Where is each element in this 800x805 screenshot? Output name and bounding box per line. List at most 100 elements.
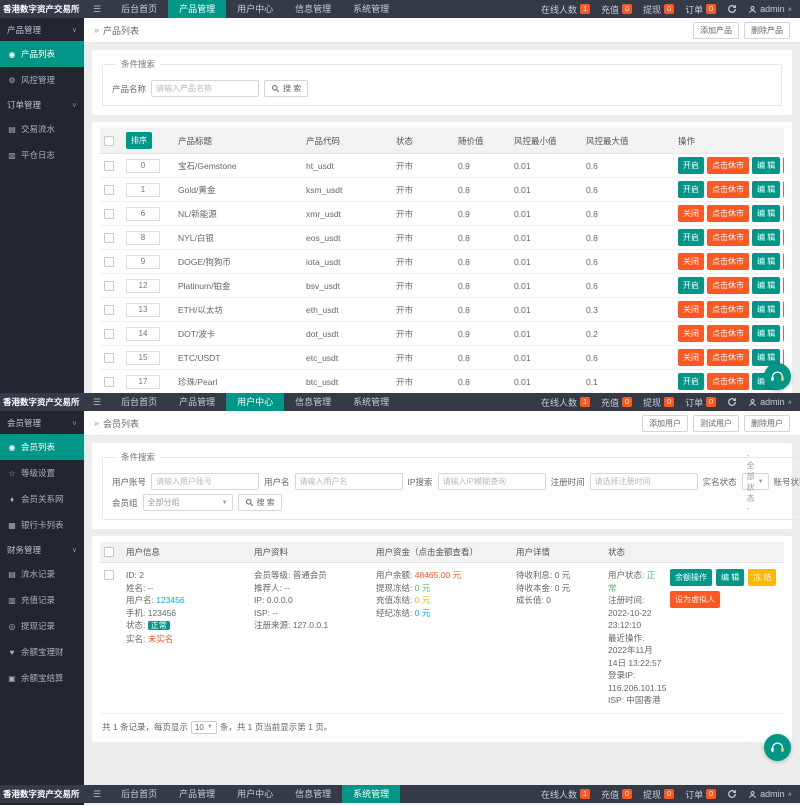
nav-item-后台首页[interactable]: 后台首页	[110, 0, 168, 18]
row-checkbox[interactable]	[104, 281, 114, 291]
edit-button[interactable]: 编 辑	[752, 205, 780, 222]
delete-user-button[interactable]: 删除用户	[744, 415, 790, 432]
sort-input[interactable]	[126, 255, 160, 269]
open-button[interactable]: 开启	[678, 373, 704, 390]
stat-在线人数[interactable]: 在线人数1	[541, 3, 590, 16]
sidebar-group-产品管理[interactable]: 产品管理∨	[0, 18, 84, 41]
sidebar-item-余额宝理财[interactable]: ♥余额宝理财	[0, 639, 84, 665]
open-button[interactable]: 开启	[678, 229, 704, 246]
sidebar-item-提现记录[interactable]: ◎提现记录	[0, 613, 84, 639]
register-time-input[interactable]	[590, 473, 698, 490]
pause-market-button[interactable]: 点击休市	[707, 157, 749, 174]
search-button[interactable]: 搜 索	[264, 80, 308, 97]
pause-market-button[interactable]: 点击休市	[707, 205, 749, 222]
pause-market-button[interactable]: 点击休市	[707, 301, 749, 318]
select-all-checkbox[interactable]	[104, 547, 114, 557]
row-checkbox[interactable]	[104, 185, 114, 195]
sort-input[interactable]	[126, 327, 160, 341]
edit-button[interactable]: 编 辑	[752, 181, 780, 198]
refresh-button[interactable]	[727, 789, 737, 799]
stat-提现[interactable]: 提现0	[643, 788, 674, 801]
close-button[interactable]: 关闭	[678, 301, 704, 318]
username-link[interactable]: 123456	[156, 595, 184, 605]
row-checkbox[interactable]	[104, 305, 114, 315]
user-menu[interactable]: admin∧	[748, 397, 792, 407]
sort-input[interactable]	[126, 279, 160, 293]
sidebar-item-产品列表[interactable]: ◉产品列表	[0, 41, 84, 67]
nav-item-产品管理[interactable]: 产品管理	[168, 393, 226, 411]
sort-input[interactable]	[126, 351, 160, 365]
page-size-select[interactable]: 10▼	[191, 721, 217, 734]
row-checkbox[interactable]	[104, 353, 114, 363]
freeze-button[interactable]: 冻 结	[748, 569, 776, 586]
sidebar-group-会员管理[interactable]: 会员管理∨	[0, 411, 84, 434]
nav-item-信息管理[interactable]: 信息管理	[284, 785, 342, 803]
sort-button[interactable]: 排序	[126, 132, 152, 149]
balance-operate-button[interactable]: 余额操作	[670, 569, 712, 586]
sidebar-item-充值记录[interactable]: ▥充值记录	[0, 587, 84, 613]
refresh-button[interactable]	[727, 397, 737, 407]
sort-input[interactable]	[126, 183, 160, 197]
close-button[interactable]: 关闭	[678, 205, 704, 222]
close-button[interactable]: 关闭	[678, 325, 704, 342]
stat-充值[interactable]: 充值0	[601, 788, 632, 801]
balance-amount[interactable]: 48465.00 元	[415, 570, 461, 580]
nav-item-用户中心[interactable]: 用户中心	[226, 393, 284, 411]
test-user-button[interactable]: 测试用户	[693, 415, 739, 432]
delete-button[interactable]: 删 除	[783, 301, 784, 318]
pause-market-button[interactable]: 点击休市	[707, 373, 749, 390]
row-checkbox[interactable]	[104, 209, 114, 219]
close-button[interactable]: 关闭	[678, 349, 704, 366]
open-button[interactable]: 开启	[678, 277, 704, 294]
sidebar-item-平仓日志[interactable]: ▥平仓日志	[0, 142, 84, 168]
open-button[interactable]: 开启	[678, 157, 704, 174]
delete-button[interactable]: 删 除	[783, 277, 784, 294]
search-button[interactable]: 搜 索	[238, 494, 282, 511]
hamburger-menu-icon[interactable]: ☰	[84, 4, 110, 15]
support-float-button[interactable]	[764, 734, 791, 761]
edit-button[interactable]: 编 辑	[752, 325, 780, 342]
stat-订单[interactable]: 订单0	[685, 3, 716, 16]
nav-item-系统管理[interactable]: 系统管理	[342, 0, 400, 18]
stat-提现[interactable]: 提现0	[643, 3, 674, 16]
nav-item-产品管理[interactable]: 产品管理	[168, 785, 226, 803]
sidebar-item-交易流水[interactable]: ▤交易流水	[0, 116, 84, 142]
refresh-button[interactable]	[727, 4, 737, 14]
edit-button[interactable]: 编 辑	[752, 229, 780, 246]
sidebar-item-余额宝结算[interactable]: ▣余额宝结算	[0, 665, 84, 691]
row-checkbox[interactable]	[104, 233, 114, 243]
stat-订单[interactable]: 订单0	[685, 396, 716, 409]
edit-button[interactable]: 编 辑	[752, 301, 780, 318]
sidebar-item-等级设置[interactable]: ☆等级设置	[0, 460, 84, 486]
account-input[interactable]	[151, 473, 259, 490]
sidebar-item-银行卡列表[interactable]: ▦银行卡列表	[0, 512, 84, 538]
delete-button[interactable]: 删 除	[783, 205, 784, 222]
realname-status-select[interactable]: - 全部状态 -▼	[742, 473, 769, 490]
sort-input[interactable]	[126, 303, 160, 317]
nav-item-系统管理[interactable]: 系统管理	[342, 393, 400, 411]
stat-在线人数[interactable]: 在线人数1	[541, 396, 590, 409]
stat-提现[interactable]: 提现0	[643, 396, 674, 409]
add-product-button[interactable]: 添加产品	[693, 22, 739, 39]
user-menu[interactable]: admin∧	[748, 789, 792, 799]
pause-market-button[interactable]: 点击休市	[707, 181, 749, 198]
delete-button[interactable]: 删 除	[783, 325, 784, 342]
pause-market-button[interactable]: 点击休市	[707, 253, 749, 270]
hamburger-menu-icon[interactable]: ☰	[84, 397, 110, 408]
sidebar-group-订单管理[interactable]: 订单管理∨	[0, 93, 84, 116]
row-checkbox[interactable]	[104, 161, 114, 171]
sort-input[interactable]	[126, 375, 160, 389]
delete-button[interactable]: 删 除	[783, 253, 784, 270]
delete-button[interactable]: 删 除	[783, 157, 784, 174]
user-menu[interactable]: admin∧	[748, 4, 792, 14]
product-name-input[interactable]	[151, 80, 259, 97]
stat-在线人数[interactable]: 在线人数1	[541, 788, 590, 801]
row-checkbox[interactable]	[104, 377, 114, 387]
select-all-checkbox[interactable]	[104, 136, 114, 146]
support-float-button[interactable]	[764, 363, 791, 390]
pause-market-button[interactable]: 点击休市	[707, 229, 749, 246]
edit-button[interactable]: 编 辑	[752, 157, 780, 174]
sidebar-item-流水记录[interactable]: ▤流水记录	[0, 561, 84, 587]
edit-button[interactable]: 编 辑	[716, 569, 744, 586]
sort-input[interactable]	[126, 231, 160, 245]
